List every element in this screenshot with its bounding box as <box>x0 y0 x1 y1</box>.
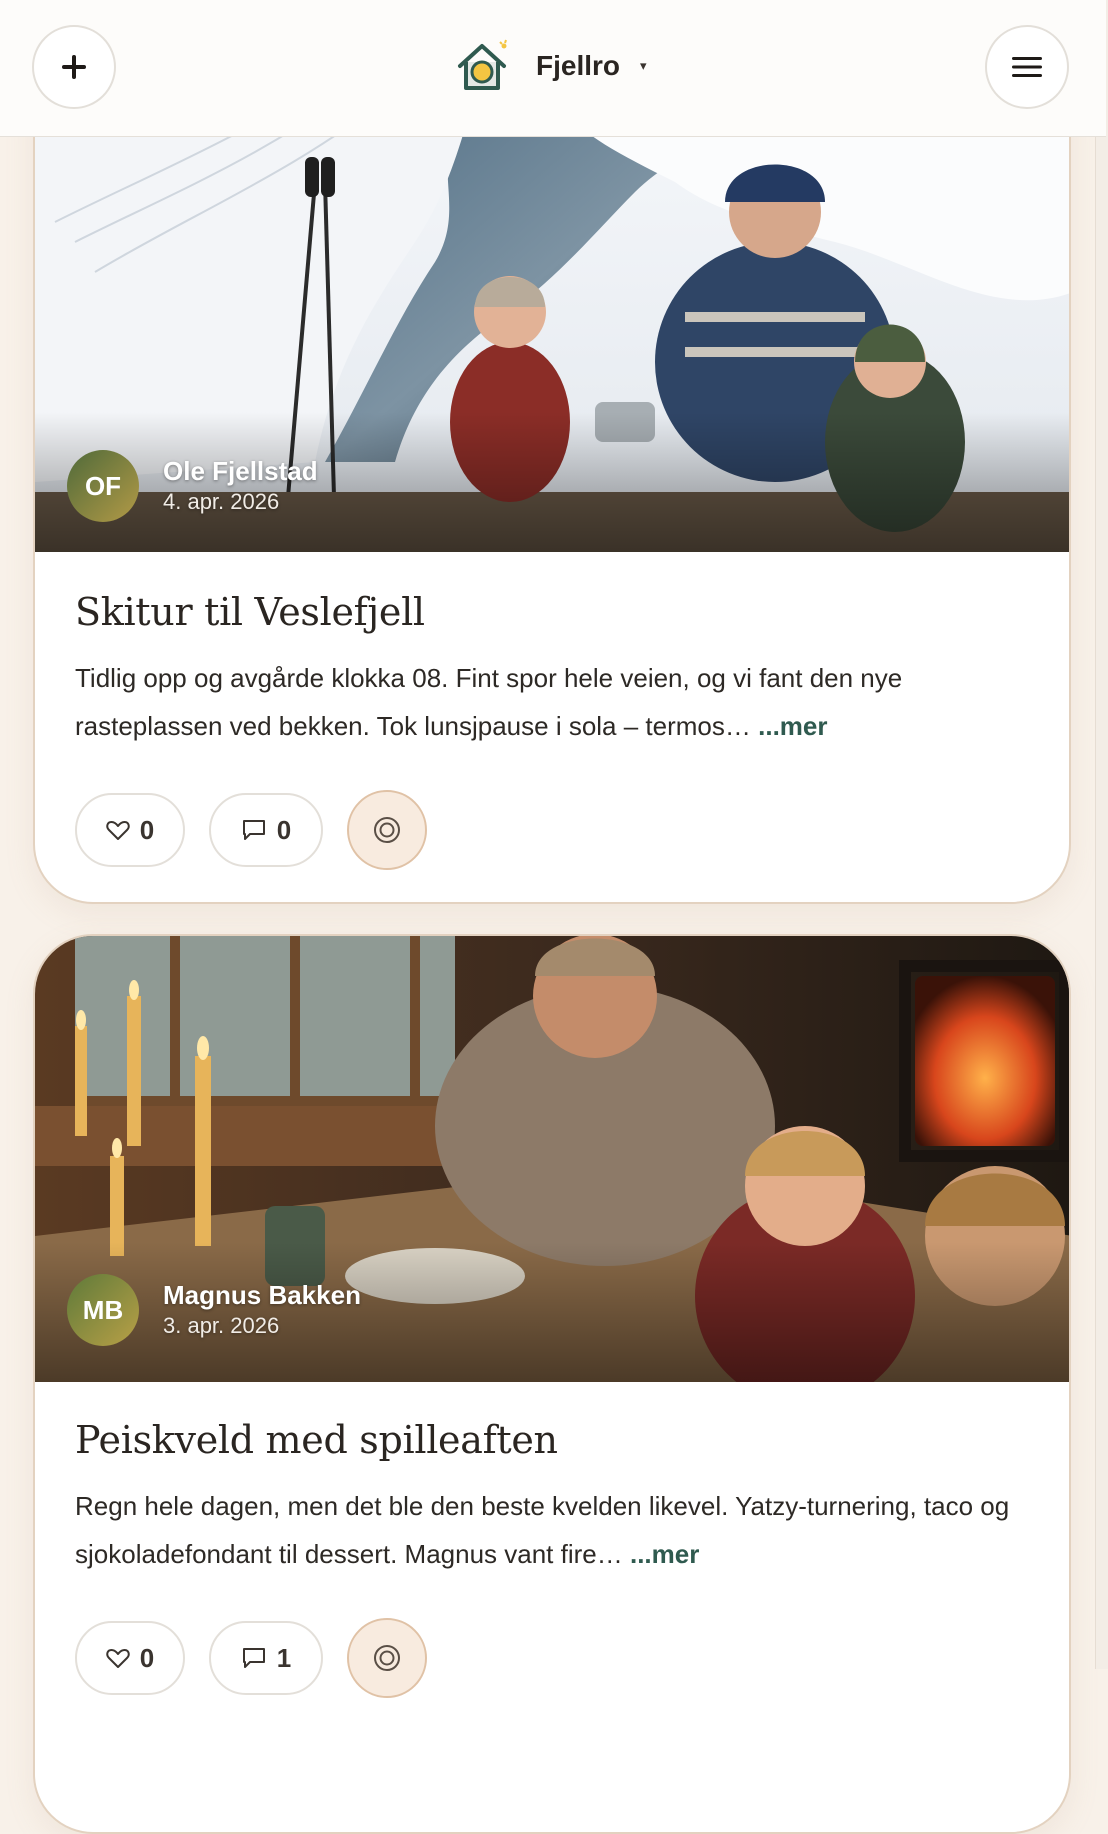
post-actions: 0 0 <box>75 790 1029 870</box>
plus-icon <box>62 55 86 79</box>
post-actions: 0 1 <box>75 1618 1029 1698</box>
add-post-button[interactable] <box>32 25 116 109</box>
read-more-link[interactable]: ...mer <box>758 711 827 741</box>
post-excerpt: Regn hele dagen, men det ble den beste k… <box>75 1482 1029 1578</box>
post-excerpt-text: Regn hele dagen, men det ble den beste k… <box>75 1491 1010 1569</box>
caret-down-icon: ▾ <box>640 58 647 73</box>
post-date: 3. apr. 2026 <box>163 1313 280 1338</box>
comment-icon <box>242 1648 265 1668</box>
hamburger-menu-icon <box>1012 57 1042 77</box>
react-button[interactable] <box>347 790 427 870</box>
post-date: 4. apr. 2026 <box>163 489 280 514</box>
post-author[interactable]: OF Ole Fjellstad 4. apr. 2026 <box>67 450 318 522</box>
read-more-link[interactable]: ...mer <box>630 1539 699 1569</box>
author-name[interactable]: Ole Fjellstad <box>163 455 318 487</box>
app-header: Fjellro ▾ <box>0 0 1106 137</box>
like-count: 0 <box>139 814 155 845</box>
post-author[interactable]: MB Magnus Bakken 3. apr. 2026 <box>67 1274 361 1346</box>
post-photo-fireplace-evening[interactable]: MB Magnus Bakken 3. apr. 2026 <box>35 936 1069 1382</box>
react-button[interactable] <box>347 1618 427 1698</box>
post-title[interactable]: Skitur til Veslefjell <box>75 590 1029 634</box>
cabin-logo-icon <box>458 39 507 90</box>
household-switcher[interactable]: Fjellro ▾ <box>452 36 647 96</box>
post-excerpt: Tidlig opp og avgårde klokka 08. Fint sp… <box>75 654 1029 750</box>
like-button[interactable]: 0 <box>75 1621 185 1695</box>
scrollbar[interactable] <box>1095 0 1108 1669</box>
like-button[interactable]: 0 <box>75 793 185 867</box>
post-feed: OF Ole Fjellstad 4. apr. 2026 Skitur til… <box>0 0 1106 1834</box>
menu-button[interactable] <box>985 25 1069 109</box>
post-card[interactable]: OF Ole Fjellstad 4. apr. 2026 Skitur til… <box>33 60 1071 904</box>
target-icon <box>374 1645 400 1671</box>
comment-button[interactable]: 0 <box>209 793 323 867</box>
avatar[interactable]: OF <box>67 450 139 522</box>
household-name: Fjellro <box>536 50 621 81</box>
post-title[interactable]: Peiskveld med spilleaften <box>75 1418 1029 1462</box>
comment-button[interactable]: 1 <box>209 1621 323 1695</box>
comment-count: 0 <box>276 814 292 845</box>
heart-icon <box>106 1649 130 1668</box>
post-card[interactable]: MB Magnus Bakken 3. apr. 2026 Peiskveld … <box>33 934 1071 1834</box>
author-name[interactable]: Magnus Bakken <box>163 1279 361 1311</box>
target-icon <box>374 817 400 843</box>
comment-icon <box>242 820 265 840</box>
heart-icon <box>106 821 130 840</box>
avatar[interactable]: MB <box>67 1274 139 1346</box>
